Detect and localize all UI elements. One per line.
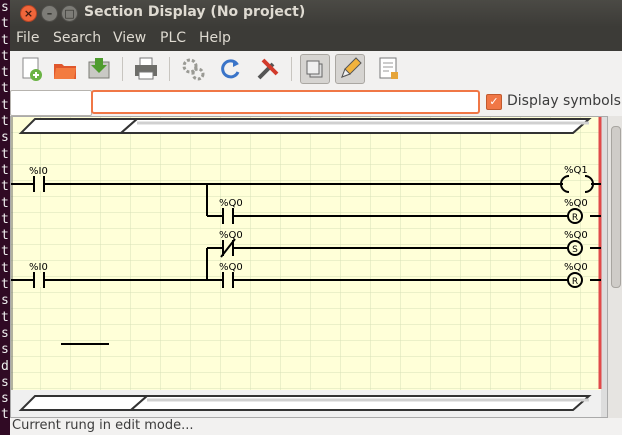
terminal-line: t (1, 244, 9, 260)
terminal-line: s (1, 0, 9, 15)
terminal-line: t (1, 32, 9, 48)
terminal-line: t (1, 114, 9, 130)
gears-icon[interactable] (178, 54, 208, 84)
app-window: × – □ Section Display (No project) File … (10, 0, 622, 435)
display-symbols-label: Display symbols (507, 93, 621, 109)
coil-label: %Q0 (564, 198, 588, 209)
contact-label: %Q0 (219, 198, 243, 209)
coil-type: S (572, 245, 578, 255)
terminal-line: t (1, 48, 9, 64)
refresh-icon[interactable] (215, 54, 245, 84)
search-row: ✓ Display symbols (10, 89, 622, 116)
terminal-line: t (1, 16, 9, 32)
coil-label: %Q0 (564, 262, 588, 273)
terminal-line: s (1, 325, 9, 341)
contact-label: %Q0 (219, 262, 243, 273)
terminal-line: t (1, 65, 9, 81)
terminal-background: stttttttstttttttttstssdsst (0, 0, 10, 435)
menu-view[interactable]: View (113, 30, 146, 46)
properties-icon[interactable] (374, 54, 404, 84)
ladder-canvas[interactable]: %I0 %Q1 %Q0 R %Q0 %I0 %Q0 S %Q0 %Q0 R %Q… (10, 116, 608, 418)
coil-label: %Q1 (564, 165, 588, 176)
terminal-line: t (1, 260, 9, 276)
terminal-line: s (1, 374, 9, 390)
coil-type: R (572, 213, 578, 223)
terminal-line: t (1, 97, 9, 113)
ladder-diagram[interactable]: %I0 %Q1 %Q0 R %Q0 %I0 %Q0 S %Q0 %Q0 R %Q… (11, 117, 607, 417)
terminal-line: d (1, 358, 9, 374)
menu-help[interactable]: Help (199, 30, 231, 46)
symbol-filter-input[interactable] (10, 90, 92, 116)
new-file-icon[interactable] (16, 54, 46, 84)
search-input[interactable] (91, 90, 480, 114)
scrollbar-thumb[interactable] (611, 126, 621, 288)
section-header-top[interactable] (18, 118, 592, 134)
display-symbols-checkbox[interactable]: ✓ (486, 94, 502, 110)
contact-label: %I0 (29, 262, 48, 273)
title-bar[interactable]: × – □ Section Display (No project) (10, 0, 622, 27)
terminal-line: t (1, 195, 9, 211)
section-header-bottom[interactable] (18, 395, 592, 411)
terminal-line: s (1, 130, 9, 146)
terminal-line: s (1, 391, 9, 407)
menu-file[interactable]: File (16, 30, 39, 46)
terminal-line: t (1, 179, 9, 195)
terminal-line: t (1, 407, 9, 423)
terminal-line: t (1, 277, 9, 293)
coil-type: R (572, 277, 578, 287)
terminal-line: s (1, 293, 9, 309)
vertical-scrollbar[interactable] (608, 116, 622, 418)
terminal-line: t (1, 228, 9, 244)
toolbar (10, 51, 622, 87)
close-button[interactable]: × (20, 5, 37, 22)
terminal-line: t (1, 309, 9, 325)
terminal-line: t (1, 211, 9, 227)
status-bar: Current rung in edit mode... (10, 418, 622, 435)
menu-search[interactable]: Search (53, 30, 101, 46)
menu-bar: File Search View PLC Help (10, 27, 622, 51)
open-folder-icon[interactable] (50, 54, 80, 84)
minimize-button[interactable]: – (41, 5, 58, 22)
terminal-line: s (1, 342, 9, 358)
window-title: Section Display (No project) (84, 4, 306, 20)
status-text: Current rung in edit mode... (12, 418, 194, 433)
print-icon[interactable] (131, 54, 161, 84)
contact-label: %I0 (29, 166, 48, 177)
terminal-line: t (1, 146, 9, 162)
maximize-button[interactable]: □ (61, 5, 78, 22)
contact-label: %Q0 (219, 230, 243, 241)
terminal-line: t (1, 81, 9, 97)
menu-plc[interactable]: PLC (160, 30, 186, 46)
coil-label: %Q0 (564, 230, 588, 241)
save-download-icon[interactable] (84, 54, 114, 84)
pencil-edit-icon[interactable] (335, 54, 365, 84)
terminal-line: t (1, 162, 9, 178)
copy-sections-icon[interactable] (300, 54, 330, 84)
tools-icon[interactable] (253, 54, 283, 84)
